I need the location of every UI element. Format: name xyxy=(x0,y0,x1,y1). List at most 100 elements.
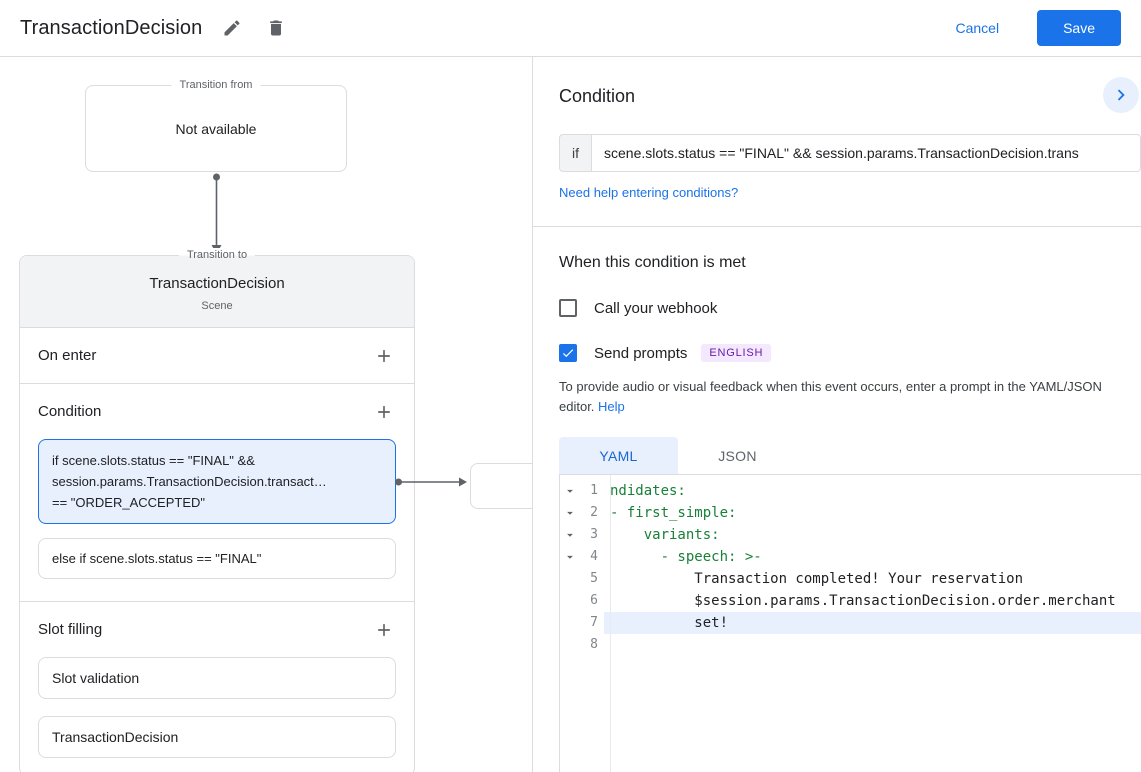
plus-icon xyxy=(374,402,394,422)
code-text: Transaction completed! Your reservation xyxy=(610,571,1024,587)
tab-json[interactable]: JSON xyxy=(678,437,797,474)
transition-from-value: Not available xyxy=(175,120,257,137)
send-prompts-checkbox[interactable] xyxy=(559,344,577,362)
fold-arrow-icon[interactable] xyxy=(560,524,580,546)
prompt-hint-text: To provide audio or visual feedback when… xyxy=(559,379,1102,414)
code-text: set! xyxy=(604,612,1141,634)
trash-icon xyxy=(266,18,286,38)
transition-from-label: Transition from xyxy=(171,78,261,93)
collapse-panel-button[interactable] xyxy=(1103,77,1139,113)
code-text: $session.params.TransactionDecision.orde… xyxy=(610,593,1116,609)
if-prefix-chip: if xyxy=(559,134,591,172)
editor-line[interactable]: 2 - first_simple: xyxy=(560,502,1141,524)
fold-arrow-icon[interactable] xyxy=(560,480,580,502)
webhook-label: Call your webhook xyxy=(594,299,718,317)
section-divider xyxy=(533,226,1141,227)
plus-icon xyxy=(374,620,394,640)
line-number: 5 xyxy=(590,571,598,586)
editor-line-active[interactable]: 7 set! xyxy=(560,612,1141,634)
scene-card-header: TransactionDecision Scene xyxy=(20,256,414,328)
line-number: 3 xyxy=(590,527,598,542)
condition-input-row: if xyxy=(559,134,1141,172)
on-enter-label: On enter xyxy=(38,347,97,364)
slot-filling-section: Slot filling Slot validation Transaction… xyxy=(20,601,414,758)
connector-right-arrow xyxy=(395,477,467,486)
editor-line[interactable]: 6 $session.params.TransactionDecision.or… xyxy=(560,590,1141,612)
condition-detail-panel: Condition if Need help entering conditio… xyxy=(533,57,1141,772)
add-condition-button[interactable] xyxy=(372,400,396,424)
when-condition-heading: When this condition is met xyxy=(559,254,746,271)
condition-card-else[interactable]: else if scene.slots.status == "FINAL" xyxy=(38,538,396,579)
code-text: ndidates: xyxy=(610,483,686,499)
condition-label: Condition xyxy=(38,403,102,420)
transition-to-label: Transition to xyxy=(178,248,256,263)
language-badge: ENGLISH xyxy=(701,344,772,362)
line-number: 4 xyxy=(590,549,598,564)
when-condition-section: When this condition is met Call your web… xyxy=(533,254,1141,474)
code-text: - first_simple: xyxy=(610,505,737,521)
code-text: - speech: >- xyxy=(610,549,762,565)
line-number: 2 xyxy=(590,505,598,520)
gutter-divider xyxy=(610,475,611,772)
editor-tabs: YAML JSON xyxy=(559,437,1121,474)
main-split: Transition from Not available Transition… xyxy=(0,57,1141,772)
line-number: 7 xyxy=(590,615,598,630)
transition-from-node: Transition from Not available xyxy=(85,78,347,172)
slot-filling-row[interactable]: Slot filling xyxy=(20,602,414,657)
edit-title-button[interactable] xyxy=(218,14,246,42)
condition-help-link[interactable]: Need help entering conditions? xyxy=(559,185,738,200)
editor-line[interactable]: 1 ndidates: xyxy=(560,480,1141,502)
on-enter-row[interactable]: On enter xyxy=(20,328,414,383)
top-bar: TransactionDecision Cancel Save xyxy=(0,0,1141,57)
slot-card[interactable]: Slot validation xyxy=(38,657,396,699)
checkmark-icon xyxy=(561,346,575,360)
tab-yaml[interactable]: YAML xyxy=(559,437,678,474)
save-button[interactable]: Save xyxy=(1037,10,1121,46)
fold-arrow-icon[interactable] xyxy=(560,546,580,568)
slot-filling-label: Slot filling xyxy=(38,621,103,638)
transition-to-node: Transition to TransactionDecision Scene … xyxy=(19,248,467,772)
pencil-icon xyxy=(222,18,242,38)
help-link[interactable]: Help xyxy=(598,399,625,414)
condition-text-line: if scene.slots.status == "FINAL" && xyxy=(52,453,255,468)
condition-text-line: == "ORDER_ACCEPTED" xyxy=(52,495,205,510)
add-slot-button[interactable] xyxy=(372,618,396,642)
editor-line[interactable]: 5 Transaction completed! Your reservatio… xyxy=(560,568,1141,590)
yaml-code-editor[interactable]: 1 ndidates: 2 - first_simple: 3 variants… xyxy=(559,474,1141,772)
condition-card-selected[interactable]: if scene.slots.status == "FINAL" && sess… xyxy=(38,439,467,524)
condition-section: Condition if scene.slots.status == "FINA… xyxy=(20,383,467,579)
condition-text-line: session.params.TransactionDecision.trans… xyxy=(52,474,327,489)
condition-header-section: Condition xyxy=(533,57,1141,113)
line-number: 6 xyxy=(590,593,598,608)
editor-line[interactable]: 4 - speech: >- xyxy=(560,546,1141,568)
line-number: 8 xyxy=(590,637,598,652)
chevron-right-icon xyxy=(1110,84,1132,106)
slot-card[interactable]: TransactionDecision xyxy=(38,716,396,758)
condition-row[interactable]: Condition xyxy=(20,384,414,439)
code-text: variants: xyxy=(610,527,720,543)
send-prompts-row: Send prompts ENGLISH xyxy=(559,344,1121,362)
webhook-checkbox[interactable] xyxy=(559,299,577,317)
scene-name: TransactionDecision xyxy=(149,275,285,292)
fold-arrow-icon[interactable] xyxy=(560,502,580,524)
next-scene-node[interactable] xyxy=(470,463,532,509)
plus-icon xyxy=(374,346,394,366)
scene-type-label: Scene xyxy=(201,300,233,312)
editor-line[interactable]: 3 variants: xyxy=(560,524,1141,546)
editor-line[interactable]: 8 xyxy=(560,634,1141,656)
page-title: TransactionDecision xyxy=(20,16,203,39)
condition-expression-input[interactable] xyxy=(591,134,1141,172)
delete-scene-button[interactable] xyxy=(262,14,290,42)
line-number: 1 xyxy=(590,483,598,498)
condition-heading: Condition xyxy=(559,86,636,106)
flow-canvas: Transition from Not available Transition… xyxy=(0,57,533,772)
webhook-row: Call your webhook xyxy=(559,299,1121,317)
prompt-hint: To provide audio or visual feedback when… xyxy=(559,377,1121,417)
add-on-enter-button[interactable] xyxy=(372,344,396,368)
cancel-button[interactable]: Cancel xyxy=(949,19,1005,37)
send-prompts-label: Send prompts xyxy=(594,344,688,362)
